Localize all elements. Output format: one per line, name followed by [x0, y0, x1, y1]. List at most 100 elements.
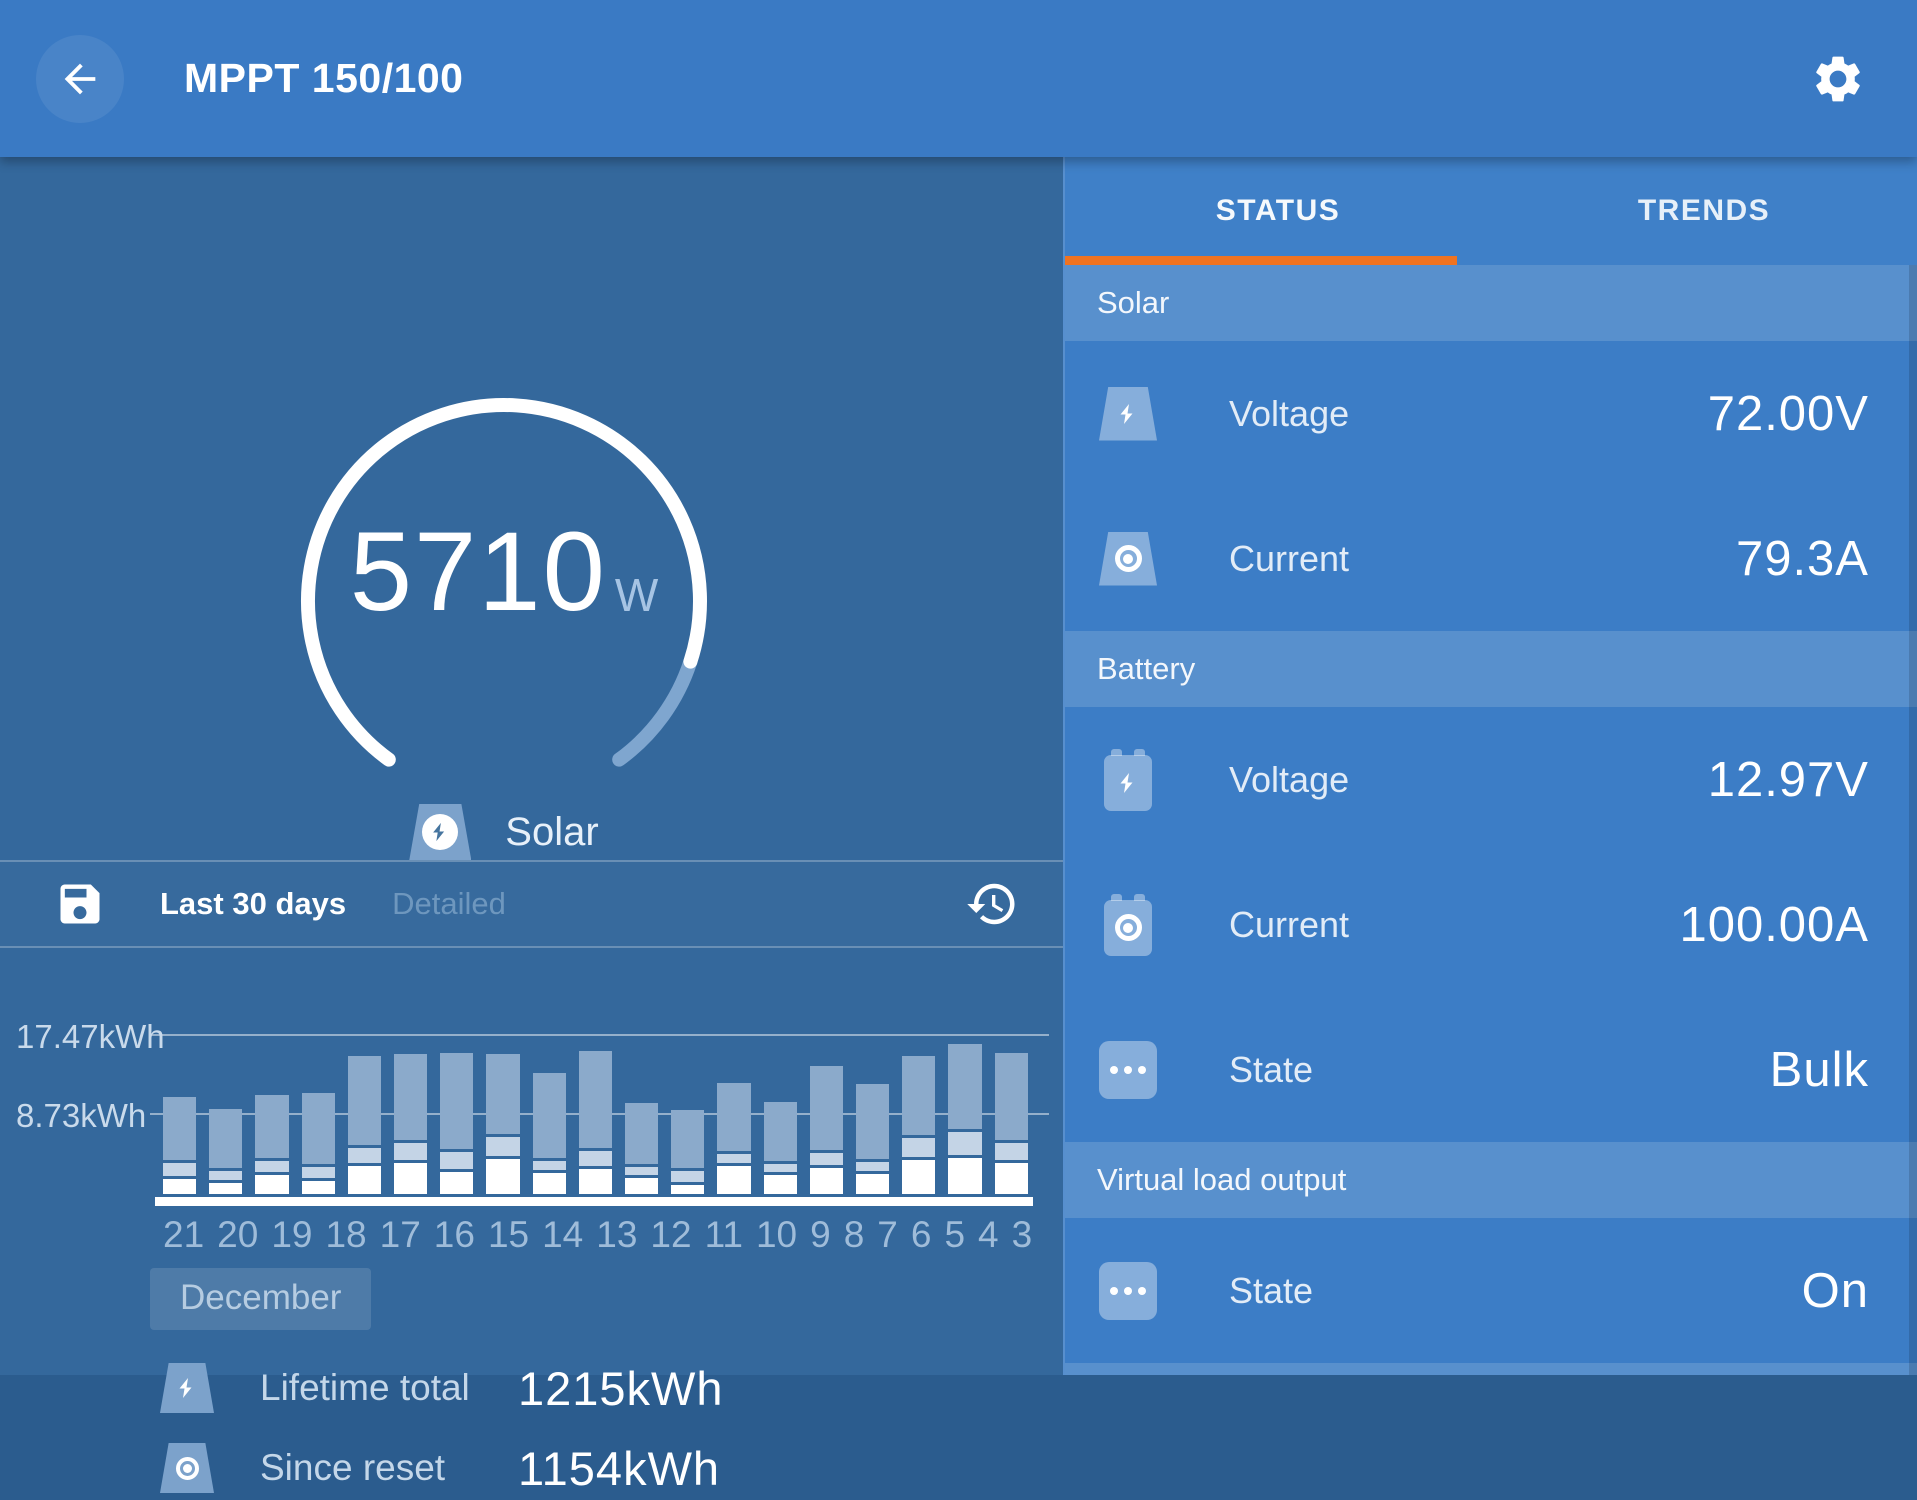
bar-segment — [671, 1171, 704, 1182]
bar-segment — [486, 1159, 519, 1194]
chart-bar-day-9 — [717, 1083, 750, 1194]
bar-segment — [579, 1169, 612, 1194]
bar-segment — [209, 1109, 242, 1168]
bar-segment — [995, 1163, 1028, 1194]
history-clock-icon — [965, 877, 1019, 931]
since-reset-value: 1154kWh — [518, 1441, 720, 1496]
bar-segment — [717, 1154, 750, 1163]
settings-button[interactable] — [1803, 44, 1873, 114]
tab-trends[interactable]: TRENDS — [1491, 157, 1917, 265]
bar-segment — [302, 1093, 335, 1164]
bar-segment — [995, 1143, 1028, 1160]
gear-icon — [1810, 51, 1866, 107]
day-label-18: 18 — [325, 1214, 366, 1256]
solar-target-icon — [1097, 528, 1159, 590]
bar-segment — [255, 1095, 288, 1157]
month-chip: December — [150, 1268, 371, 1330]
gauge-readout: 5710 W — [282, 349, 726, 793]
bar-segment — [163, 1179, 196, 1194]
yield-totals: Lifetime total 1215kWh Since reset 1154k… — [160, 1356, 1063, 1500]
bar-segment — [810, 1066, 843, 1151]
row-label: Voltage — [1229, 759, 1349, 801]
history-button[interactable] — [963, 875, 1021, 933]
battery-state-row: State Bulk — [1065, 997, 1917, 1142]
bar-segment — [810, 1153, 843, 1165]
status-trends-tabs: STATUS TRENDS — [1065, 157, 1917, 265]
section-header-virtual-load-output: Virtual load output — [1065, 1142, 1917, 1218]
day-label-11: 11 — [705, 1214, 743, 1256]
bar-segment — [209, 1171, 242, 1181]
bar-segment — [625, 1178, 658, 1194]
day-label-3: 3 — [1012, 1214, 1033, 1256]
bar-segment — [764, 1164, 797, 1172]
range-tab-last-30-days[interactable]: Last 30 days — [160, 886, 346, 922]
row-value: 12.97V — [1708, 752, 1869, 808]
bar-segment — [163, 1163, 196, 1175]
day-label-16: 16 — [434, 1214, 475, 1256]
scrollbar[interactable] — [1909, 265, 1917, 1375]
lifetime-total-value: 1215kWh — [518, 1361, 724, 1416]
back-button[interactable] — [36, 35, 124, 123]
bar-segment — [533, 1173, 566, 1194]
bar-segment — [625, 1103, 658, 1164]
row-label: State — [1229, 1270, 1313, 1312]
bar-segment — [394, 1054, 427, 1140]
active-tab-underline — [1065, 256, 1457, 265]
chart-bars — [163, 1044, 1028, 1194]
day-label-6: 6 — [911, 1214, 932, 1256]
range-tab-detailed[interactable]: Detailed — [392, 886, 506, 922]
bar-segment — [717, 1083, 750, 1152]
gauge-label: Solar — [505, 810, 598, 855]
chart-bar-day-21 — [163, 1097, 196, 1194]
status-sections: SolarVoltage72.00VCurrent79.3ABatteryVol… — [1065, 265, 1917, 1375]
day-label-12: 12 — [650, 1214, 691, 1256]
y-axis-label: 8.73kWh — [0, 1097, 132, 1135]
solar-history-chart: 17.47kWh 8.73kWh — [0, 1000, 1063, 1206]
day-label-19: 19 — [271, 1214, 312, 1256]
status-panel: STATUS TRENDS SolarVoltage72.00VCurrent7… — [1063, 157, 1917, 1375]
save-button[interactable] — [52, 876, 108, 932]
bar-segment — [348, 1166, 381, 1194]
chart-bar-day-14 — [486, 1054, 519, 1194]
y-axis-label: 17.47kWh — [0, 1018, 132, 1056]
solar-panel-target-icon — [160, 1443, 214, 1493]
row-label: Current — [1229, 904, 1349, 946]
bar-segment — [440, 1152, 473, 1168]
row-value: On — [1802, 1263, 1869, 1319]
chart-bar-day-3 — [995, 1053, 1028, 1194]
lifetime-total-label: Lifetime total — [260, 1367, 518, 1409]
bar-segment — [394, 1163, 427, 1194]
bar-segment — [764, 1175, 797, 1194]
since-reset-label: Since reset — [260, 1447, 518, 1489]
battery-target-icon — [1097, 894, 1159, 956]
chart-baseline — [155, 1197, 1033, 1206]
day-label-14: 14 — [542, 1214, 583, 1256]
bar-segment — [163, 1097, 196, 1160]
day-label-5: 5 — [944, 1214, 965, 1256]
bar-segment — [995, 1053, 1028, 1141]
row-value: Bulk — [1770, 1042, 1869, 1098]
bar-segment — [255, 1175, 288, 1194]
chart-bar-day-4 — [948, 1044, 981, 1194]
main-content: 5710 W Solar L — [0, 157, 1917, 1375]
day-label-7: 7 — [877, 1214, 898, 1256]
chart-bar-day-17 — [348, 1056, 381, 1194]
chart-bar-day-8 — [764, 1102, 797, 1194]
chart-bar-day-16 — [394, 1054, 427, 1194]
bar-segment — [209, 1183, 242, 1194]
bar-segment — [533, 1161, 566, 1171]
row-label: State — [1229, 1049, 1313, 1091]
chart-bar-day-7 — [810, 1066, 843, 1194]
row-label: Voltage — [1229, 393, 1349, 435]
chart-bar-day-19 — [255, 1095, 288, 1194]
chart-day-labels: 2120191817161514131211109876543 — [163, 1214, 1028, 1256]
day-label-20: 20 — [217, 1214, 258, 1256]
bar-segment — [348, 1148, 381, 1163]
bar-segment — [394, 1143, 427, 1160]
tab-status[interactable]: STATUS — [1065, 157, 1491, 265]
bar-segment — [486, 1137, 519, 1156]
bar-segment — [302, 1181, 335, 1194]
chart-bar-day-6 — [856, 1084, 889, 1194]
chart-bar-day-20 — [209, 1109, 242, 1194]
battery-bolt-icon — [1097, 749, 1159, 811]
